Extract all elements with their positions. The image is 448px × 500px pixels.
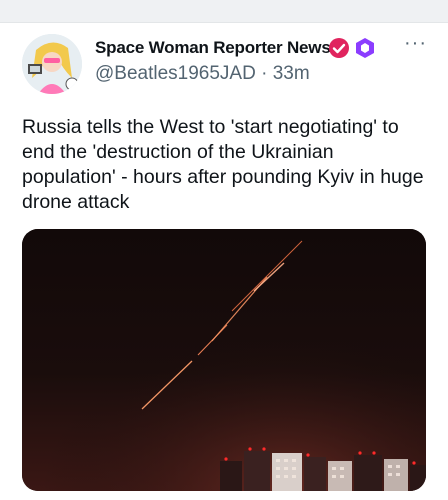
more-horizontal-icon[interactable]: ··· (404, 33, 426, 56)
top-divider-line (0, 22, 448, 23)
post-image[interactable] (22, 229, 426, 491)
post-text: Russia tells the West to 'start negotiat… (22, 116, 424, 213)
verified-badge-icon (328, 37, 350, 59)
author-name[interactable]: Space Woman Reporter News (95, 38, 331, 58)
post-time[interactable]: 33m (273, 63, 310, 84)
avatar[interactable] (22, 34, 82, 94)
post-meta: @Beatles1965JAD · 33m (95, 63, 310, 85)
author-handle[interactable]: @Beatles1965JAD (95, 63, 256, 84)
top-divider-strip (0, 0, 448, 22)
meta-separator: · (261, 63, 268, 84)
hexagon-badge-icon (354, 37, 376, 59)
